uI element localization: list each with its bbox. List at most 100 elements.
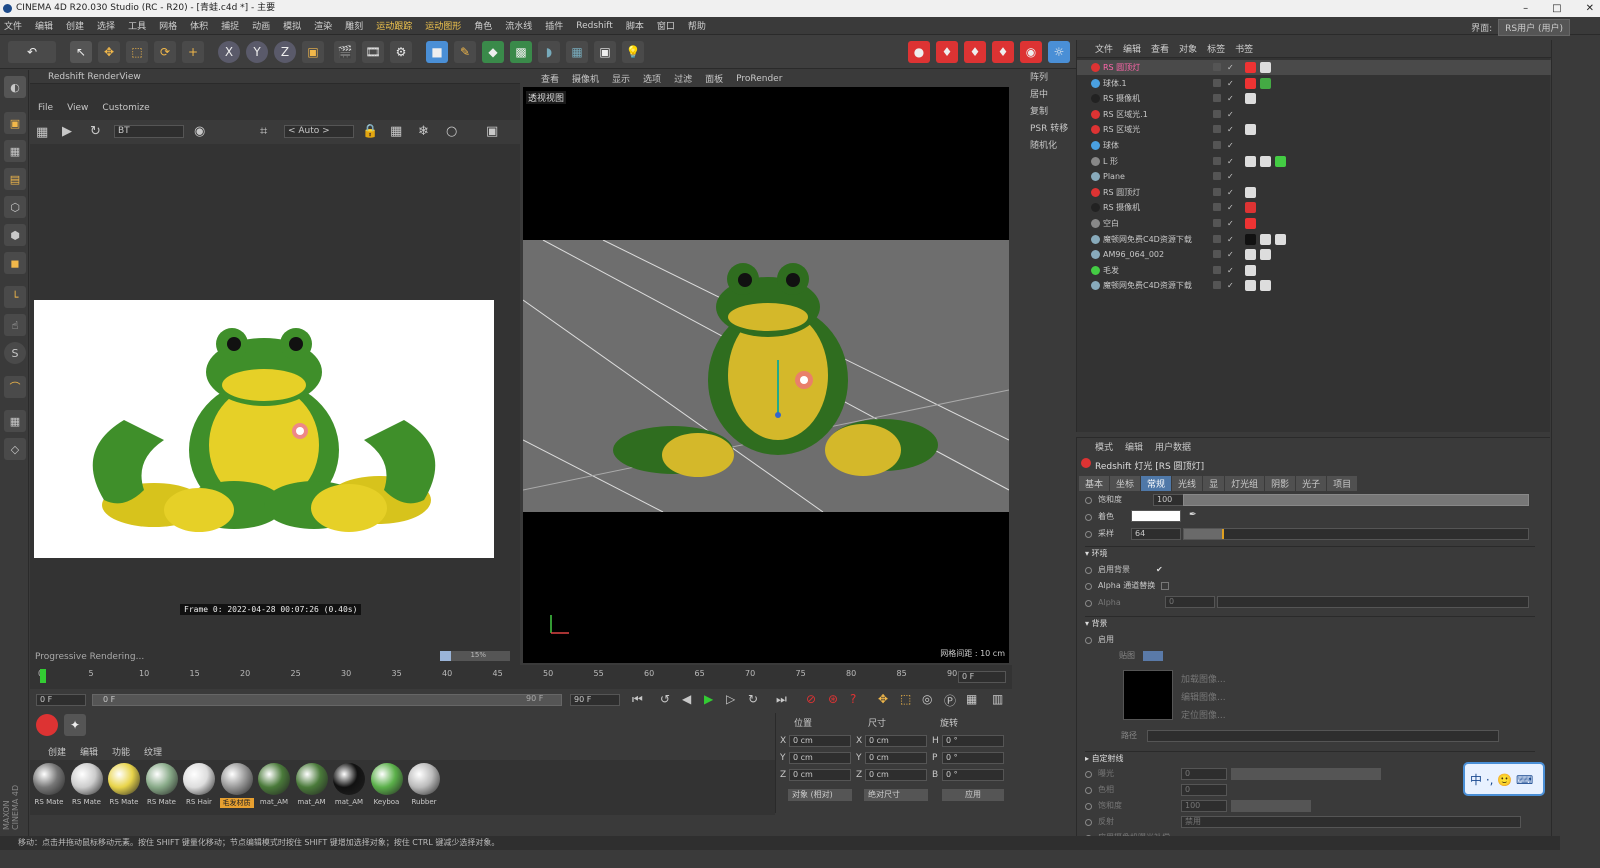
prev-frame-icon[interactable]: ◀: [682, 692, 691, 706]
keyframe-icon[interactable]: ?: [850, 692, 856, 706]
y-axis-icon[interactable]: Y: [246, 41, 268, 63]
snap-icon[interactable]: S: [4, 342, 26, 364]
am-menu-userdata[interactable]: 用户数据: [1155, 440, 1191, 453]
enable-check-icon[interactable]: ✓: [1227, 91, 1234, 106]
rot-b-field[interactable]: 0 °: [942, 769, 1004, 781]
enable-check-icon[interactable]: ✓: [1227, 107, 1234, 122]
timeline-ruler[interactable]: 051015202530354045505560657075808590: [38, 669, 998, 683]
crop-icon[interactable]: ⌗: [260, 124, 267, 139]
menu-window[interactable]: 窗口: [657, 19, 675, 32]
visibility-toggle[interactable]: [1213, 219, 1221, 227]
alpha-radio[interactable]: [1085, 599, 1092, 607]
menu-volume[interactable]: 体积: [190, 19, 208, 32]
menu-motion-tracking[interactable]: 运动跟踪: [376, 19, 412, 32]
rotate-icon[interactable]: ⟳: [154, 41, 176, 63]
size-mode-dropdown[interactable]: 绝对尺寸: [864, 789, 928, 801]
scale-key-icon[interactable]: ⬚: [900, 692, 911, 706]
next-key-icon[interactable]: ↻: [748, 692, 758, 706]
load-image-button[interactable]: 加载图像...: [1181, 672, 1226, 685]
object-row[interactable]: RS 区域光 ✓: [1077, 122, 1551, 137]
playhead[interactable]: [40, 669, 46, 683]
bg-enable-radio[interactable]: [1085, 636, 1092, 644]
enable-check-icon[interactable]: ✓: [1227, 76, 1234, 91]
object-row[interactable]: 球体 ✓: [1077, 138, 1551, 153]
rv-menu-view[interactable]: View: [67, 103, 88, 113]
range-slider[interactable]: 0 F: [92, 694, 562, 706]
menu-render[interactable]: 渲染: [314, 19, 332, 32]
tab-light-group[interactable]: 灯光组: [1225, 476, 1265, 491]
menu-mograph[interactable]: 运动图形: [425, 19, 461, 32]
visibility-toggle[interactable]: [1213, 203, 1221, 212]
rot-key-icon[interactable]: ◎: [922, 692, 932, 706]
mat-menu-function[interactable]: 功能: [112, 745, 130, 758]
perspective-viewport[interactable]: 透视视图 网格间距 : 10 cm: [523, 87, 1009, 663]
locate-image-button[interactable]: 定位图像...: [1181, 708, 1226, 721]
object-tag-icon[interactable]: [1245, 249, 1256, 261]
object-row[interactable]: RS 区域光.1 ✓: [1077, 107, 1551, 122]
tab-general[interactable]: 常规: [1141, 476, 1172, 491]
exposure-radio[interactable]: [1085, 770, 1092, 778]
visibility-toggle[interactable]: [1213, 125, 1221, 134]
deformer-icon[interactable]: ◗: [538, 41, 560, 63]
menu-tools[interactable]: 工具: [128, 19, 146, 32]
rot-p-field[interactable]: 0 °: [942, 752, 1004, 764]
close-button[interactable]: ✕: [1586, 0, 1594, 17]
mat-menu-texture[interactable]: 纹理: [144, 745, 162, 758]
visibility-toggle[interactable]: [1213, 281, 1221, 290]
array-icon[interactable]: ▩: [510, 41, 532, 63]
enable-check-icon[interactable]: ✓: [1227, 154, 1234, 169]
om-menu-view[interactable]: 查看: [1151, 42, 1169, 55]
workplane-icon[interactable]: ▤: [4, 168, 26, 190]
record-button-icon[interactable]: [36, 714, 58, 736]
coord-system-icon[interactable]: ▣: [302, 41, 324, 63]
rs-light-icon[interactable]: ♦: [936, 41, 958, 63]
path-field[interactable]: [1147, 730, 1499, 742]
wrench-icon[interactable]: ✦: [64, 714, 86, 736]
subdivision-icon[interactable]: ◆: [482, 41, 504, 63]
object-row[interactable]: RS 摄像机 ✓: [1077, 200, 1551, 215]
scale-icon[interactable]: ⬚: [126, 41, 148, 63]
size-y-field[interactable]: 0 cm: [865, 752, 927, 764]
cube-icon[interactable]: ■: [426, 41, 448, 63]
sat2-slider[interactable]: [1231, 800, 1311, 812]
object-tag-icon[interactable]: [1260, 280, 1271, 292]
object-row[interactable]: 空白 ✓: [1077, 216, 1551, 231]
material-swatch[interactable]: RS Mate: [70, 763, 104, 813]
tweak-icon[interactable]: ☝: [4, 314, 26, 336]
samples-slider[interactable]: [1183, 528, 1529, 540]
object-tag-icon[interactable]: [1245, 77, 1256, 89]
menu-file[interactable]: 文件: [4, 19, 22, 32]
object-tag-icon[interactable]: [1245, 264, 1256, 276]
object-tag-icon[interactable]: [1275, 233, 1286, 245]
tool-psr-transfer[interactable]: PSR 转移: [1012, 121, 1074, 138]
material-swatch[interactable]: RS Mate: [107, 763, 141, 813]
menu-pipeline[interactable]: 流水线: [505, 19, 532, 32]
select-icon[interactable]: ↖: [70, 41, 92, 63]
rs-dome-icon[interactable]: ☼: [1048, 41, 1070, 63]
pos-x-field[interactable]: 0 cm: [789, 735, 851, 747]
points-icon[interactable]: ⬡: [4, 196, 26, 218]
maximize-button[interactable]: □: [1552, 0, 1561, 17]
menu-mesh[interactable]: 网格: [159, 19, 177, 32]
pla-key-icon[interactable]: ▦: [966, 692, 977, 706]
rv-menu-file[interactable]: File: [38, 103, 53, 113]
enable-check-icon[interactable]: ✓: [1227, 263, 1234, 278]
play-forward-icon[interactable]: ▶: [704, 692, 713, 706]
save-icon[interactable]: ▦: [36, 125, 48, 140]
material-swatch[interactable]: mat_AM: [257, 763, 291, 813]
tool-array[interactable]: 阵列: [1012, 70, 1074, 87]
render-picture-icon[interactable]: 🎞: [362, 41, 384, 63]
menu-create[interactable]: 创建: [66, 19, 84, 32]
grid-lock-icon[interactable]: ▦: [4, 410, 26, 432]
material-swatch[interactable]: RS Hair: [182, 763, 216, 813]
display-icon[interactable]: ◉: [194, 124, 205, 139]
auto-dropdown[interactable]: < Auto >: [284, 125, 354, 138]
enable-check-icon[interactable]: ✓: [1227, 185, 1234, 200]
vp-menu-panel[interactable]: 面板: [705, 72, 723, 85]
bg-mode-toggle[interactable]: [1143, 651, 1163, 661]
polygons-icon[interactable]: ◼: [4, 252, 26, 274]
object-tag-icon[interactable]: [1245, 218, 1256, 229]
object-row[interactable]: AM96_064_002 ✓: [1077, 247, 1551, 262]
reflection-radio[interactable]: [1085, 818, 1092, 826]
timeline-layout-icon[interactable]: ▥: [992, 692, 1003, 706]
